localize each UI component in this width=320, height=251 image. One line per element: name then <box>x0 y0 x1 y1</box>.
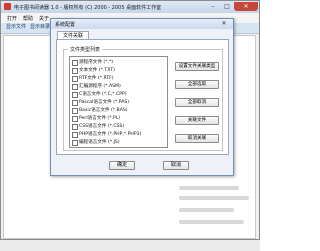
checkbox[interactable] <box>72 92 78 98</box>
status-bar <box>0 240 260 251</box>
list-item[interactable]: Basic语言文件 (*.BAS) <box>72 108 167 114</box>
list-item-label: Basic语言文件 (*.BAS) <box>79 108 128 113</box>
menu-open[interactable]: 打开 <box>7 15 17 22</box>
list-item[interactable]: C语言文件 (*.C,*.CPP) <box>72 92 167 98</box>
blurred-text-line <box>179 208 234 212</box>
select-all-button[interactable]: 全部选取 <box>175 80 219 89</box>
list-item-label: Perl语言文件 (*.PL) <box>79 116 121 121</box>
file-type-group-label: 文件类型列表 <box>68 46 103 53</box>
checkbox[interactable] <box>72 60 78 66</box>
list-item-label: C语言文件 (*.C,*.CPP) <box>79 92 127 97</box>
checkbox[interactable] <box>72 100 78 106</box>
list-item[interactable]: 文本文件 (*.TXT) <box>72 68 167 74</box>
checkbox[interactable] <box>72 132 78 138</box>
ok-button[interactable]: 确定 <box>109 161 135 170</box>
unassociate-files-button[interactable]: 取消关联 <box>175 134 219 143</box>
minimize-button[interactable]: – <box>206 2 220 11</box>
main-window-titlebar[interactable]: 电子图书阅读器 1.0 - 版权所有 (C) 2000 - 2005 桌面软件工… <box>1 1 259 13</box>
list-item-label: CSS语言文件 (*.CSS) <box>79 124 125 129</box>
list-item[interactable]: 汇编源程序 (*.ASM) <box>72 84 167 90</box>
checkbox[interactable] <box>72 84 78 90</box>
checkbox[interactable] <box>72 108 78 114</box>
list-item[interactable]: Pascal语言文件 (*.PAS) <box>72 100 167 106</box>
dialog-titlebar[interactable]: 系统配置 ✕ <box>51 19 233 29</box>
file-type-list[interactable]: 源程序文件 (*.*) 文本文件 (*.TXT) RTF文件 (*.RTF) 汇… <box>69 56 168 148</box>
list-item[interactable]: Perl语言文件 (*.PL) <box>72 116 167 122</box>
list-item-label: 源程序文件 (*.*) <box>79 60 114 65</box>
list-item-label: 编程语言文件 (*.JS) <box>79 140 120 145</box>
checkbox[interactable] <box>72 76 78 82</box>
toolbar-show-file-button[interactable]: 显示文件 <box>3 24 29 31</box>
main-window-title: 电子图书阅读器 1.0 - 版权所有 (C) 2000 - 2005 桌面软件工… <box>14 5 162 11</box>
associate-files-button[interactable]: 关联文件 <box>175 116 219 125</box>
list-item-label: 汇编源程序 (*.ASM) <box>79 84 121 89</box>
blurred-text-line <box>179 186 239 190</box>
dialog-close-button[interactable]: ✕ <box>218 20 230 28</box>
list-item-label: PHP语言文件 (*.PHP,*.PHP3) <box>79 132 142 137</box>
checkbox[interactable] <box>72 68 78 74</box>
list-item[interactable]: RTF文件 (*.RTF) <box>72 76 167 82</box>
menu-help[interactable]: 帮助 <box>23 15 33 22</box>
list-item-label: Pascal语言文件 (*.PAS) <box>79 100 130 105</box>
app-logo-icon <box>4 3 11 10</box>
list-item[interactable]: 源程序文件 (*.*) <box>72 60 167 66</box>
close-button[interactable]: ✕ <box>234 2 258 11</box>
cancel-button[interactable]: 取消 <box>163 161 189 170</box>
list-item-label: RTF文件 (*.RTF) <box>79 76 114 81</box>
list-item-label: 文本文件 (*.TXT) <box>79 68 115 73</box>
settings-dialog: 系统配置 ✕ 文件关联 文件类型列表 源程序文件 (*.*) 文本文件 (*.T… <box>50 18 234 176</box>
list-item[interactable]: PHP语言文件 (*.PHP,*.PHP3) <box>72 132 167 138</box>
clear-all-button[interactable]: 全部取消 <box>175 98 219 107</box>
menu-about[interactable]: 关于 <box>39 15 49 22</box>
checkbox[interactable] <box>72 124 78 130</box>
file-type-group: 文件类型列表 源程序文件 (*.*) 文本文件 (*.TXT) RTF文件 (*… <box>63 46 223 151</box>
checkbox[interactable] <box>72 116 78 122</box>
maximize-button[interactable]: □ <box>220 2 234 11</box>
checkbox[interactable] <box>72 140 78 146</box>
blurred-text-line <box>179 220 244 224</box>
set-association-type-button[interactable]: 设置文件关联类型 <box>175 62 219 71</box>
tab-panel: 文件类型列表 源程序文件 (*.*) 文本文件 (*.TXT) RTF文件 (*… <box>56 39 229 155</box>
list-item[interactable]: CSS语言文件 (*.CSS) <box>72 124 167 130</box>
dialog-title: 系统配置 <box>55 22 76 28</box>
blurred-text-line <box>179 196 249 200</box>
list-item[interactable]: 编程语言文件 (*.JS) <box>72 140 167 146</box>
